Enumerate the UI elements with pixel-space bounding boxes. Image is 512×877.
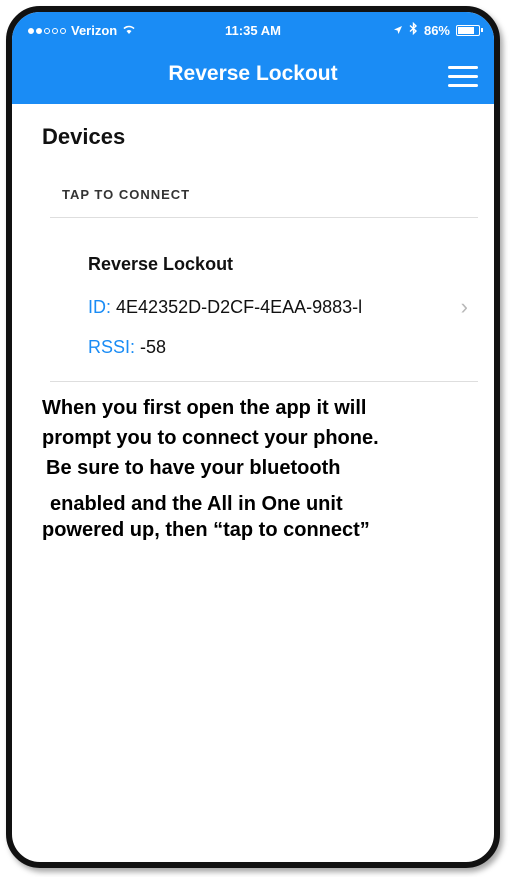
page-title: Devices [42,124,126,149]
instruction-line-2: prompt you to connect your phone. [42,427,379,449]
device-id-value: 4E42352D-D2CF-4EAA-9883-l [116,297,363,317]
location-arrow-icon [393,23,403,38]
device-rssi-label: RSSI: [88,337,136,357]
bluetooth-icon [409,21,418,38]
section-divider-bottom [50,381,478,382]
section-divider-top [50,217,478,218]
navigation-bar: Verizon 11:35 AM 86% Reverse Lockout [12,12,494,104]
status-bar: Verizon 11:35 AM 86% [12,12,494,42]
instruction-line-5: powered up, then “tap to connect” [42,519,370,541]
instruction-line-4: enabled and the All in One unit [50,493,343,515]
section-header: TAP TO CONNECT [62,187,191,202]
device-name: Reverse Lockout [88,254,234,274]
battery-percent: 86% [423,22,450,38]
chevron-right-icon: › [460,294,468,319]
status-right: 86% [393,21,483,38]
instruction-line-1: When you first open the app it will [42,397,367,419]
device-id-label: ID: [88,297,112,317]
instruction-line-3: Be sure to have your bluetooth [46,457,341,479]
phone-frame: Verizon 11:35 AM 86% Reverse Lockout Dev… [6,6,500,868]
hamburger-menu-icon[interactable] [448,66,478,88]
device-id: ID: 4E42352D-D2CF-4EAA-9883-l [88,297,362,318]
battery-icon [456,24,483,36]
device-list-item[interactable]: Reverse Lockout ID: 4E42352D-D2CF-4EAA-9… [50,224,478,388]
device-rssi: RSSI: -58 [88,337,166,358]
nav-title: Reverse Lockout [168,62,338,85]
device-rssi-value: -58 [140,337,167,357]
